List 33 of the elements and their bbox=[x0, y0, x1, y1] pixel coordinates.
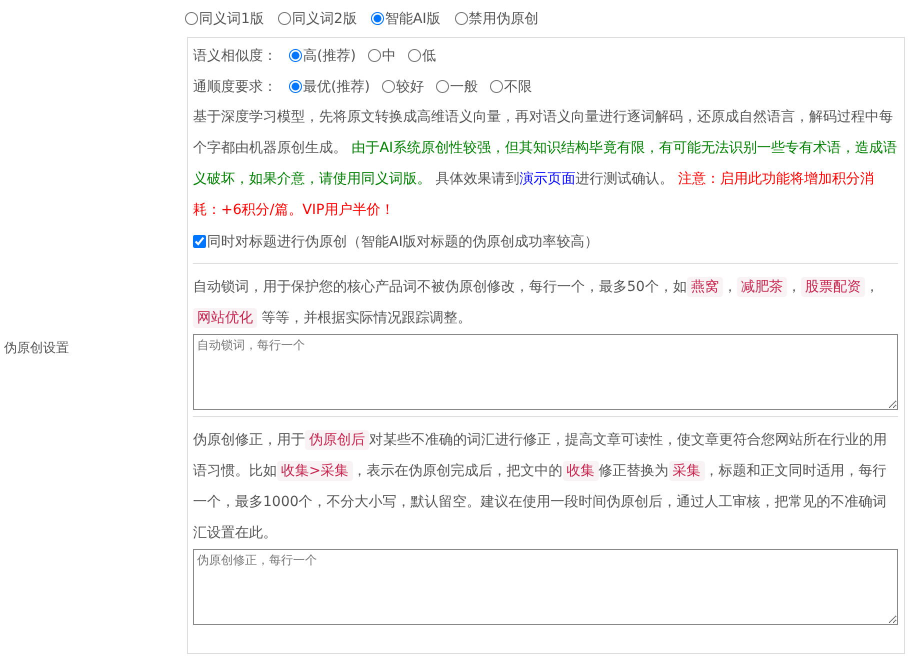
radio-button[interactable] bbox=[454, 12, 468, 25]
setting-label: 语义相似度： bbox=[193, 46, 277, 64]
corrections-field[interactable]: 伪原创修正，每行一个 bbox=[193, 549, 898, 625]
radio-button[interactable] bbox=[368, 49, 381, 62]
radio-label: 较好 bbox=[396, 78, 424, 96]
demo-page-link[interactable]: 演示页面 bbox=[519, 171, 576, 187]
radio-button[interactable] bbox=[289, 80, 302, 93]
radio-label: 低 bbox=[422, 46, 436, 64]
lock-words-description: 自动锁词，用于保护您的核心产品词不被伪原创修改，每行一个，最多50个，如 燕窝 ， 减肥茶 ， 股票配资 ， 网站优化 等等，并根据实际情况跟踪调整。 bbox=[193, 276, 880, 330]
radio-label: 不限 bbox=[504, 78, 532, 96]
radio-button[interactable] bbox=[370, 12, 384, 25]
radio-label: 最优(推荐) bbox=[303, 78, 370, 96]
ai-description: 基于深度学习模型，先将原文转换成高维语义向量，再对语义向量进行逐词解码，还原成自然语言，解码过程中每个字都由机器原创生成。 由于AI系统原创性较强，但其知识结构毕竟有限，有可能无法识别一些专有术语，造成语义破坏，如果介意，请使用同义词版。 具体效果请到演示页面进行测试确认。 注意：启用此功能将增加积分消耗：+6积分/篇。VIP用户半价！ bbox=[193, 108, 898, 220]
checkbox[interactable] bbox=[193, 235, 206, 248]
radio-label: 禁用伪原创 bbox=[468, 10, 539, 28]
setting-label: 通顺度要求： bbox=[193, 78, 277, 96]
radio-button[interactable] bbox=[185, 12, 198, 25]
radio-button[interactable] bbox=[490, 80, 503, 93]
radio-label: 高(推荐) bbox=[303, 46, 356, 64]
radio-label: 同义词1版 bbox=[199, 10, 264, 28]
radio-label: 一般 bbox=[450, 78, 478, 96]
lock-words-field[interactable]: 自动锁词，每行一个 bbox=[193, 334, 898, 410]
radio-label: 智能AI版 bbox=[384, 10, 441, 28]
radio-button[interactable] bbox=[278, 12, 291, 25]
settings-label: 伪原创设置 bbox=[3, 340, 70, 356]
checkbox-label: 同时对标题进行伪原创（智能AI版对标题的伪原创成功率较高） bbox=[207, 232, 599, 250]
radio-label: 同义词2版 bbox=[292, 10, 357, 28]
radio-button[interactable] bbox=[436, 80, 449, 93]
radio-button[interactable] bbox=[289, 49, 302, 62]
radio-label: 中 bbox=[382, 46, 396, 64]
radio-button[interactable] bbox=[408, 49, 421, 62]
corrections-description: 伪原创修正，用于 伪原创后 对某些不准确的词汇进行修正，提高文章可读性，使文章更符合您网站所在行业的用语习惯。比如 收集>采集 ，表示在伪原创完成后，把文中的 收集 修正替换为 采集 ，标题和正文同时适用，每行一个，最多1000个，不分大小写，默认留空。建议在使用一段时间伪原创后，通过人工审核，把常见的不准确词汇设置在此。 bbox=[193, 429, 888, 543]
radio-button[interactable] bbox=[382, 80, 395, 93]
